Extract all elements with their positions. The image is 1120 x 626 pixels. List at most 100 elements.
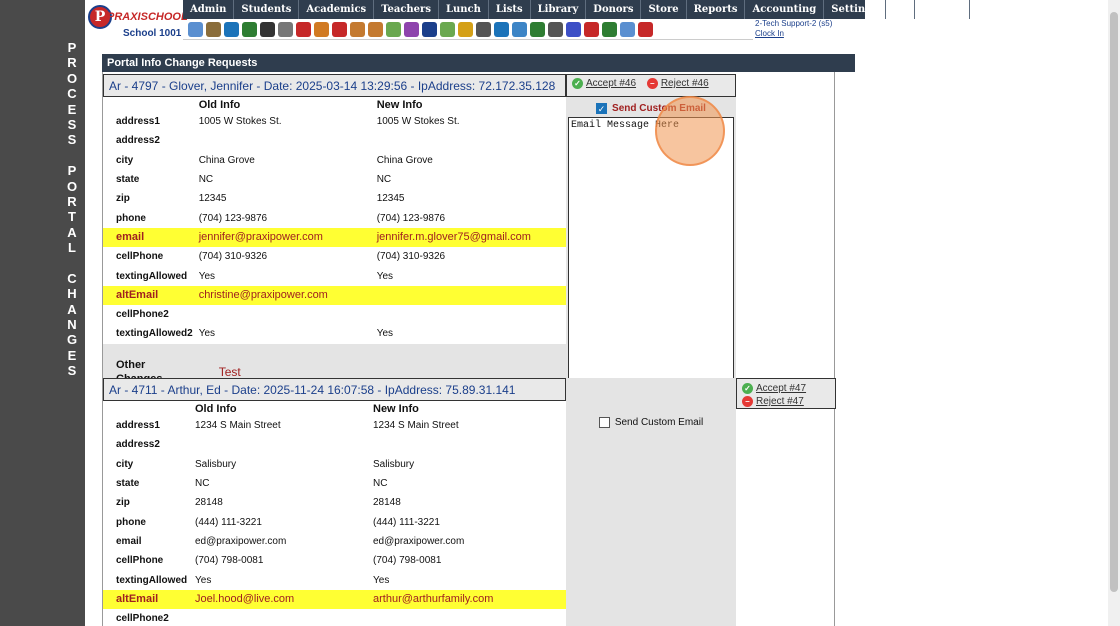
- user2-icon[interactable]: [368, 21, 383, 37]
- nav-donors[interactable]: Donors: [586, 0, 642, 19]
- nav-students[interactable]: Students: [234, 0, 300, 19]
- title-letter: H: [67, 286, 77, 302]
- title-letter: R: [67, 55, 77, 71]
- new-value: (704) 310-9326: [373, 247, 566, 267]
- title-letter: A: [67, 224, 77, 240]
- user-name: 2-Tech Support-2 (s5): [755, 19, 833, 28]
- old-value: 28148: [195, 497, 223, 509]
- megaphone-icon[interactable]: [332, 21, 347, 37]
- logo[interactable]: P PRAXISCHOOL School 1001: [85, 0, 188, 40]
- new-value: (444) 111-3221: [370, 512, 566, 532]
- table-row: address1 1234 S Main Street 1234 S Main St…: [103, 416, 566, 436]
- table-row: textingAllowed2 Yes Yes: [103, 324, 566, 344]
- title-letter: C: [67, 270, 77, 286]
- table-row: cellPhone (704) 798-0081 (704) 798-0081: [103, 551, 566, 571]
- new-value: arthur@arthurfamily.com: [370, 589, 566, 609]
- old-value: [196, 131, 374, 150]
- nav-lists[interactable]: Lists: [489, 0, 531, 19]
- arrow2-icon[interactable]: [458, 21, 473, 37]
- money-icon[interactable]: [602, 21, 617, 37]
- panel-title: Portal Info Change Requests: [102, 54, 855, 72]
- gear-icon[interactable]: [494, 21, 509, 37]
- old-value: 1234 S Main Street: [195, 420, 281, 432]
- pdf-icon[interactable]: [584, 21, 599, 37]
- card-icon[interactable]: [422, 21, 437, 37]
- doc-icon[interactable]: [314, 21, 329, 37]
- nav-reports[interactable]: Reports: [687, 0, 746, 19]
- new-value: [373, 285, 566, 305]
- reject-button[interactable]: – Reject #46: [646, 78, 709, 89]
- scroll-thumb[interactable]: [1110, 12, 1118, 592]
- title-letter: A: [67, 301, 77, 317]
- reject-button[interactable]: – Reject #47: [742, 395, 822, 408]
- title-letter: O: [66, 178, 78, 194]
- new-value: ed@praxipower.com: [370, 531, 566, 552]
- new-value: 28148: [370, 493, 566, 513]
- old-value: Yes: [198, 328, 216, 340]
- old-value: 12345: [198, 193, 227, 205]
- user1-icon[interactable]: [350, 21, 365, 37]
- nav-logout[interactable]: Logout: [915, 0, 970, 19]
- nav-store[interactable]: Store: [641, 0, 687, 19]
- calendar-icon[interactable]: [206, 21, 221, 37]
- nav-lunch[interactable]: Lunch: [439, 0, 489, 19]
- title-letter: O: [66, 70, 78, 86]
- request-actions: ✓ Accept #46 – Reject #46: [566, 74, 736, 97]
- table-row: altEmail Joel.hood@live.com arthur@arthurf…: [103, 589, 566, 609]
- title-letter: [62, 148, 82, 163]
- logo-name: PRAXISCHOOL: [107, 11, 188, 23]
- old-value: [192, 435, 370, 454]
- field-name: email: [103, 227, 196, 248]
- nav-academics[interactable]: Academics: [299, 0, 375, 19]
- ruler-icon[interactable]: [530, 21, 545, 37]
- accept-button[interactable]: ✓ Accept #47: [742, 382, 822, 395]
- email-panel: Send Custom Email: [566, 378, 736, 626]
- at-icon[interactable]: [224, 21, 239, 37]
- table-row: zip 12345 12345: [103, 189, 566, 209]
- nav-settings[interactable]: Settings: [824, 0, 886, 19]
- nav-library[interactable]: Library: [531, 0, 587, 19]
- help-icon[interactable]: [620, 21, 635, 37]
- nav-ts[interactable]: TS: [886, 0, 916, 19]
- send-custom-email-checkbox[interactable]: [598, 416, 610, 428]
- request-header: Ar - 4711 - Arthur, Ed - Date: 2025-11-2…: [103, 378, 566, 401]
- phone-icon[interactable]: [260, 21, 275, 37]
- send-custom-email-row: Send Custom Email: [566, 411, 736, 433]
- new-value: Salisbury: [370, 454, 566, 474]
- scrollbar[interactable]: [1108, 0, 1120, 626]
- title-letter: S: [67, 116, 77, 132]
- car-icon[interactable]: [548, 21, 563, 37]
- request-header: Ar - 4797 - Glover, Jennifer - Date: 202…: [103, 74, 566, 97]
- arrow-icon[interactable]: [242, 21, 257, 37]
- calendar2-icon[interactable]: [296, 21, 311, 37]
- nav-accounting[interactable]: Accounting: [745, 0, 825, 19]
- group-icon[interactable]: [476, 21, 491, 37]
- toolbar: [183, 19, 753, 40]
- table-row: city China Grove China Grove: [103, 150, 566, 170]
- clock-in-link[interactable]: Clock In: [755, 29, 865, 39]
- title-letter: R: [67, 193, 77, 209]
- new-info-header: New Info: [373, 97, 566, 112]
- info-table: Old Info New Info address1 1234 S Main Stre…: [103, 401, 566, 626]
- accept-button[interactable]: ✓ Accept #46: [572, 78, 636, 89]
- new-value: [370, 608, 566, 626]
- field-name: phone: [116, 516, 146, 528]
- nav-admin[interactable]: Admin: [183, 0, 235, 19]
- nav-teachers[interactable]: Teachers: [374, 0, 439, 19]
- stop-icon[interactable]: [638, 21, 653, 37]
- users-icon[interactable]: [404, 21, 419, 37]
- speaker-icon[interactable]: [278, 21, 293, 37]
- pencil-icon[interactable]: [440, 21, 455, 37]
- new-value: 1234 S Main Street: [370, 416, 566, 436]
- search-icon[interactable]: [188, 21, 203, 37]
- grid-icon[interactable]: [512, 21, 527, 37]
- tag-icon[interactable]: [386, 21, 401, 37]
- page: P PRAXISCHOOL School 1001 Admin Students A…: [85, 0, 1108, 626]
- old-value: 1005 W Stokes St.: [198, 116, 282, 128]
- table-row: textingAllowed Yes Yes: [103, 266, 566, 286]
- send-custom-email-checkbox[interactable]: ✓: [596, 102, 608, 114]
- field-name: zip: [116, 497, 130, 509]
- table-row: address2: [103, 131, 566, 151]
- ap-icon[interactable]: [566, 21, 581, 37]
- field-name: cellPhone2: [116, 613, 169, 625]
